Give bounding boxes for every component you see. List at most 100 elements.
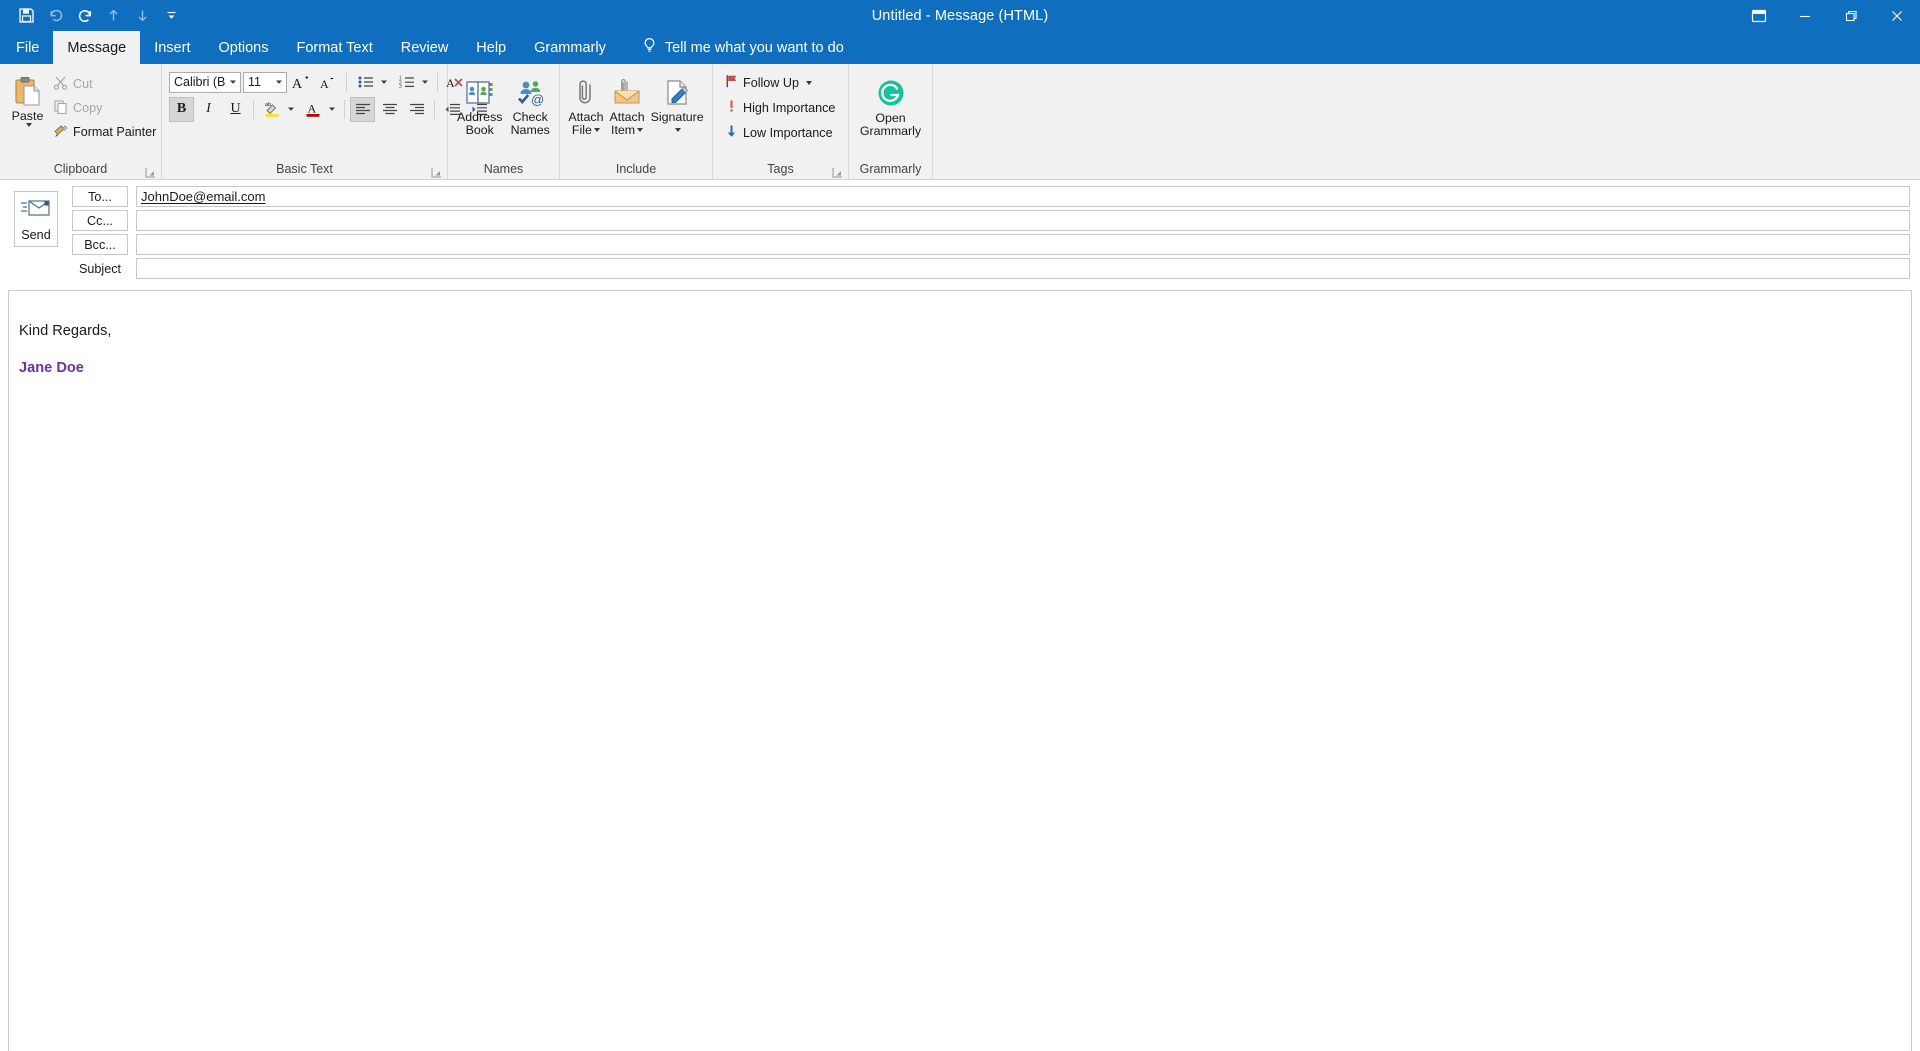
open-grammarly-button[interactable]: Open Grammarly	[855, 72, 926, 138]
paste-caret-icon[interactable]	[25, 123, 32, 127]
bullets-button[interactable]	[352, 69, 391, 96]
chevron-down-icon[interactable]	[285, 105, 297, 113]
customize-quick-access-toolbar-icon[interactable]	[157, 2, 186, 29]
divider	[344, 99, 345, 119]
recipient-to-value[interactable]: JohnDoe@email.com	[141, 189, 265, 204]
cc-button[interactable]: Cc...	[72, 210, 128, 231]
shrink-font-button[interactable]: A	[316, 70, 341, 95]
tab-review[interactable]: Review	[387, 31, 463, 64]
check-names-button[interactable]: @ Check Names	[507, 71, 553, 137]
group-label-include: Include	[615, 162, 657, 176]
highlight-button[interactable]: ab	[259, 96, 298, 123]
attach-file-button[interactable]: Attach File	[565, 71, 606, 137]
chevron-down-icon[interactable]	[225, 78, 240, 86]
svg-text:@: @	[531, 92, 544, 107]
send-envelope-icon	[21, 197, 51, 224]
ribbon-display-options-icon[interactable]	[1736, 0, 1782, 31]
subject-label: Subject	[78, 261, 121, 276]
high-importance-button[interactable]: High Importance	[721, 96, 841, 119]
bold-button[interactable]: B	[169, 96, 194, 122]
attach-item-label: Attach Item	[609, 110, 645, 137]
tab-options[interactable]: Options	[204, 31, 282, 64]
tab-file[interactable]: File	[2, 31, 53, 64]
tags-dialog-launcher[interactable]	[832, 165, 843, 178]
paste-button[interactable]: Paste	[8, 70, 47, 128]
tab-insert[interactable]: Insert	[140, 31, 204, 64]
cc-row: Cc...	[72, 210, 1910, 231]
flag-icon	[725, 74, 738, 91]
chevron-down-icon[interactable]	[378, 78, 390, 86]
address-book-button[interactable]: Address Book	[454, 71, 505, 137]
font-name-value: Calibri (Boc	[174, 75, 225, 89]
follow-up-caret-icon[interactable]	[806, 80, 812, 85]
divider	[437, 72, 438, 92]
svg-text:A: A	[320, 77, 329, 91]
tell-me-search[interactable]: Tell me what you want to do	[620, 31, 856, 64]
group-label-clipboard: Clipboard	[53, 162, 108, 176]
cut-label: Cut	[73, 76, 93, 91]
to-input[interactable]: JohnDoe@email.com	[136, 186, 1910, 207]
low-importance-button[interactable]: Low Importance	[721, 121, 839, 144]
copy-button[interactable]: Copy	[49, 96, 162, 119]
ribbon-tabs: File Message Insert Options Format Text …	[0, 31, 1920, 64]
chevron-down-icon[interactable]	[271, 78, 286, 86]
bcc-input[interactable]	[136, 234, 1910, 255]
to-button[interactable]: To...	[72, 186, 128, 207]
previous-item-icon[interactable]	[99, 2, 128, 29]
grow-font-button[interactable]: A	[289, 70, 314, 95]
send-area: Send	[0, 186, 72, 247]
next-item-icon[interactable]	[128, 2, 157, 29]
subject-input[interactable]	[136, 258, 1910, 279]
undo-icon[interactable]	[41, 2, 70, 29]
scissors-icon	[53, 75, 68, 93]
body-closing-line: Kind Regards,	[19, 323, 112, 339]
align-left-button[interactable]	[350, 96, 375, 122]
svg-text:ab: ab	[265, 102, 271, 108]
high-importance-label: High Importance	[743, 100, 836, 115]
font-size-combo[interactable]: 11	[243, 71, 287, 93]
underline-button[interactable]: U	[223, 97, 248, 122]
basic-text-row-1: Calibri (Boc 11 A A	[169, 70, 468, 94]
close-icon[interactable]	[1874, 0, 1920, 31]
cut-button[interactable]: Cut	[49, 72, 162, 95]
message-body[interactable]: Kind Regards, Jane Doe	[8, 290, 1912, 1051]
tab-format-text[interactable]: Format Text	[282, 31, 386, 64]
basic-text-dialog-launcher[interactable]	[431, 165, 442, 178]
follow-up-button[interactable]: Follow Up	[721, 71, 818, 94]
attach-file-label: Attach File	[568, 110, 604, 137]
to-row: To... JohnDoe@email.com	[72, 186, 1910, 207]
bcc-button[interactable]: Bcc...	[72, 234, 128, 255]
font-color-button[interactable]: A	[300, 96, 339, 123]
title-bar: Untitled - Message (HTML)	[0, 0, 1920, 31]
attach-item-caret-icon[interactable]	[637, 128, 644, 133]
cc-input[interactable]	[136, 210, 1910, 231]
chevron-down-icon[interactable]	[326, 105, 338, 113]
tab-message[interactable]: Message	[53, 31, 141, 64]
font-name-combo[interactable]: Calibri (Boc	[169, 71, 241, 93]
save-icon[interactable]	[12, 2, 41, 29]
italic-label: I	[206, 101, 211, 116]
chevron-down-icon[interactable]	[419, 78, 431, 86]
align-center-button[interactable]	[377, 97, 402, 122]
minimize-icon[interactable]	[1782, 0, 1828, 31]
clipboard-dialog-launcher[interactable]	[145, 165, 156, 178]
signature-button[interactable]: Signature	[648, 71, 707, 137]
format-painter-button[interactable]: Format Painter	[49, 120, 162, 143]
copy-label: Copy	[73, 100, 103, 115]
follow-up-label: Follow Up	[743, 75, 799, 90]
tab-help[interactable]: Help	[462, 31, 520, 64]
send-button[interactable]: Send	[14, 191, 58, 247]
attach-item-button[interactable]: Attach Item	[606, 71, 647, 137]
bold-label: B	[176, 101, 187, 116]
redo-icon[interactable]	[70, 2, 99, 29]
signature-caret-icon[interactable]	[675, 128, 682, 133]
italic-button[interactable]: I	[196, 97, 221, 122]
numbering-button[interactable]: 123	[393, 69, 432, 96]
attach-file-caret-icon[interactable]	[593, 128, 600, 133]
tab-grammarly[interactable]: Grammarly	[520, 31, 620, 64]
align-right-button[interactable]	[404, 97, 429, 122]
font-color-icon: A	[301, 97, 326, 122]
group-label-basic-text: Basic Text	[276, 162, 333, 176]
restore-icon[interactable]	[1828, 0, 1874, 31]
divider	[253, 99, 254, 119]
